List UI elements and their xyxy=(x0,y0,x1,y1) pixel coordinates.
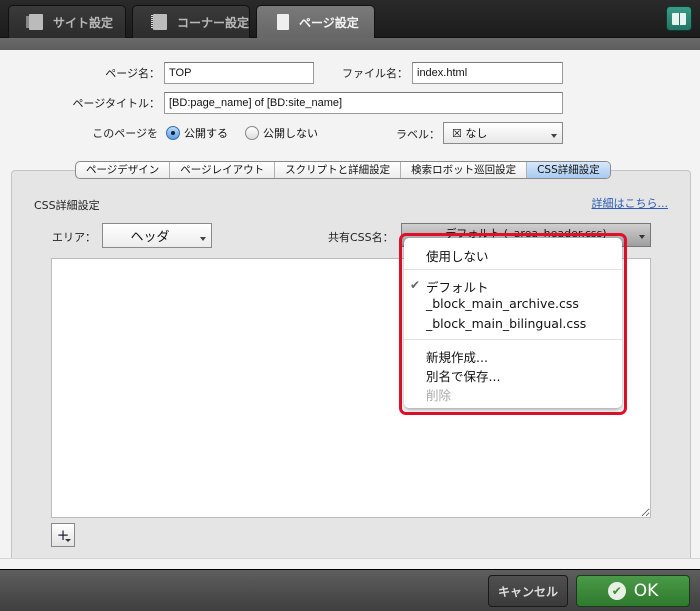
unpublish-radio[interactable]: 公開しない xyxy=(245,125,318,141)
publish-label: このページを xyxy=(92,127,158,140)
manual-book-icon xyxy=(672,12,686,25)
page-title-input[interactable] xyxy=(164,92,563,114)
area-select-value: ヘッダ xyxy=(130,230,170,245)
menu-separator xyxy=(404,339,622,340)
menu-item-delete: 削除 xyxy=(426,388,452,403)
checkmark-icon: ✔ xyxy=(410,278,421,292)
menu-item-save-as[interactable]: 別名で保存... xyxy=(426,366,500,385)
area-label: エリア： xyxy=(52,231,96,244)
tab-site-settings[interactable]: サイト設定 xyxy=(8,5,126,38)
subtab-script-details[interactable]: スクリプトと詳細設定 xyxy=(275,162,402,178)
menu-item-bilingual-css[interactable]: _block_main_bilingual.css xyxy=(426,316,586,331)
label-select[interactable]: ☒ なし xyxy=(443,122,563,144)
radio-label: 公開する xyxy=(184,127,228,140)
tab-label: サイト設定 xyxy=(53,15,114,30)
page-name-label: ページ名： xyxy=(105,67,160,80)
menu-item-none[interactable]: 使用しない xyxy=(426,246,489,265)
details-link[interactable]: 詳細はこちら... xyxy=(592,195,669,211)
spiral-notebook-icon xyxy=(151,14,167,30)
shared-css-dropdown-menu: 使用しない ✔ デフォルト _block_main_archive.css _b… xyxy=(404,238,622,408)
chevron-down-icon xyxy=(200,237,206,241)
manual-button[interactable] xyxy=(666,6,692,31)
tab-underbar xyxy=(0,38,700,50)
chevron-down-icon xyxy=(551,134,557,138)
subtab-search-robot[interactable]: 検索ロボット巡回設定 xyxy=(401,162,528,178)
subtab-page-layout[interactable]: ページレイアウト xyxy=(170,162,276,178)
menu-item-archive-css[interactable]: _block_main_archive.css xyxy=(426,296,579,311)
subtab-page-design[interactable]: ページデザイン xyxy=(76,162,171,178)
menu-separator xyxy=(404,269,622,270)
file-name-label: ファイル名： xyxy=(342,67,408,80)
ok-button[interactable]: ✔ OK xyxy=(576,575,690,607)
shared-css-label: 共有CSS名： xyxy=(328,231,394,244)
tab-label: ページ設定 xyxy=(299,15,359,30)
page-settings-dialog: サイト設定 コーナー設定 ページ設定 ページ名： ファイル名： ページタイトル：… xyxy=(0,0,700,611)
panel-title: CSS詳細設定 xyxy=(34,199,100,212)
ok-label: OK xyxy=(633,581,659,601)
tab-label: コーナー設定 xyxy=(177,15,250,30)
check-circle-icon: ✔ xyxy=(607,582,626,600)
page-name-input[interactable] xyxy=(164,62,314,84)
page-title-label: ページタイトル： xyxy=(72,97,160,110)
area-select[interactable]: ヘッダ xyxy=(102,223,212,248)
cancel-button[interactable]: キャンセル xyxy=(488,575,568,607)
page-form: ページ名： ファイル名： ページタイトル： このページを 公開する 公開しない … xyxy=(0,50,700,170)
book-stack-icon xyxy=(26,14,43,30)
menu-item-new[interactable]: 新規作成... xyxy=(426,347,488,366)
page-icon xyxy=(277,14,289,30)
tab-corner-settings[interactable]: コーナー設定 xyxy=(132,5,250,38)
publish-radio[interactable]: 公開する xyxy=(166,125,228,141)
tab-page-settings[interactable]: ページ設定 xyxy=(256,5,375,38)
radio-label: 公開しない xyxy=(263,127,318,140)
add-button[interactable]: + xyxy=(51,523,75,547)
chevron-down-icon xyxy=(65,539,71,542)
menu-item-default[interactable]: デフォルト xyxy=(426,277,489,296)
subtab-css-details[interactable]: CSS詳細設定 xyxy=(527,162,610,178)
top-tab-bar: サイト設定 コーナー設定 ページ設定 xyxy=(0,0,700,38)
sub-tab-bar: ページデザイン ページレイアウト スクリプトと詳細設定 検索ロボット巡回設定 C… xyxy=(75,161,611,179)
label-label: ラベル： xyxy=(396,128,440,141)
cancel-label: キャンセル xyxy=(497,584,558,599)
radio-unselected-icon xyxy=(245,126,259,140)
label-select-value: ☒ なし xyxy=(452,127,488,140)
radio-selected-icon xyxy=(166,126,180,140)
chevron-down-icon xyxy=(639,235,645,239)
file-name-input[interactable] xyxy=(412,62,563,84)
footer-strip xyxy=(0,558,700,569)
